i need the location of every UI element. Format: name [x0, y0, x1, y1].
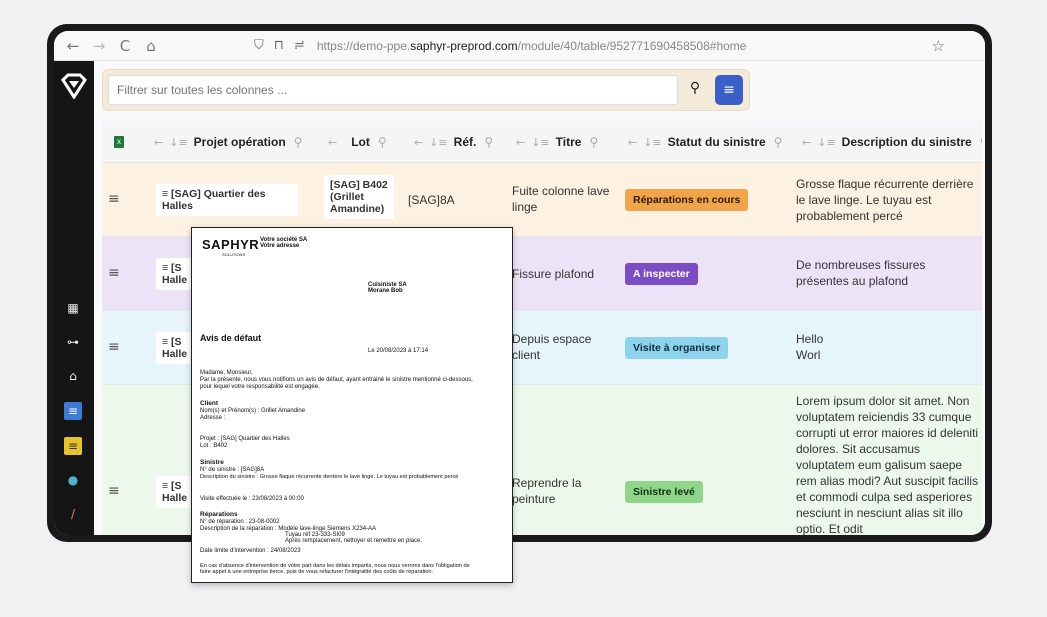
- lot-line: Lot : B402: [200, 443, 228, 449]
- company-address: Votre adresse: [260, 243, 300, 249]
- sort-icon[interactable]: ↓≡: [817, 136, 835, 149]
- lot-chip[interactable]: [SAG] B402 (Grillet Amandine): [324, 175, 394, 219]
- intro-line-2: pour lequel votre responsabilité est eng…: [200, 384, 320, 390]
- move-left-icon[interactable]: ←: [628, 136, 637, 149]
- description-cell: Grosse flaque récurrente derrière le lav…: [796, 177, 974, 223]
- forward-icon[interactable]: →: [86, 37, 112, 55]
- description-cell: Hello Worl: [796, 332, 824, 362]
- sinistre-number: N° de sinistre : [SAG]8A: [200, 467, 265, 473]
- device-frame: ← → C ⌂ ⛉ ⊓ ≓ https://demo-ppe.saphyr-pr…: [47, 24, 992, 542]
- recipient-contact: Morane Bob: [368, 288, 403, 294]
- filter-bar: ⚲ ≡: [102, 69, 750, 111]
- avis-de-defaut-document: SAPHYR SOLUTIONS Votre société SA Votre …: [191, 227, 513, 583]
- projet-chip[interactable]: ≡ [SAG] Quartier des Halles: [156, 184, 298, 216]
- building-icon[interactable]: ▦: [64, 299, 82, 317]
- document-title: Avis de défaut: [200, 333, 262, 343]
- projet-line: Projet : [SAG] Quartier des Halles: [200, 436, 290, 442]
- row-menu-icon[interactable]: ≡: [108, 483, 120, 499]
- list-icon: ≡: [723, 82, 735, 98]
- house-icon[interactable]: ⌂: [64, 367, 82, 385]
- client-address: Adresse :: [200, 415, 226, 421]
- reparations-heading: Réparations: [200, 511, 238, 518]
- worker-icon[interactable]: ●: [64, 471, 82, 489]
- titre-cell: Fissure plafond: [512, 267, 595, 281]
- column-search-icon[interactable]: ⚲: [980, 135, 982, 149]
- brush-icon[interactable]: /: [64, 505, 82, 523]
- deadline-line: Date limite d'intervention : 24/08/2023: [200, 548, 301, 554]
- table-header: x ← ↓≡ Projet opération ⚲ ← Lot ⚲ ← ↓≡ Réf. ⚲ ← ↓…: [102, 121, 982, 163]
- visite-line: Visite effectuée le : 23/08/2023 à 00:00: [200, 496, 304, 502]
- footer-line-2: faire appel à une entreprise tierce, pui…: [200, 569, 434, 575]
- lock-icon: ⊓: [273, 38, 284, 53]
- titre-cell: Depuis espace client: [512, 332, 592, 362]
- client-name: Nom(s) et Prénom(s) : Grillet Amandine: [200, 408, 306, 414]
- sinistre-description: Description du sinistre : Grosse flaque …: [200, 474, 459, 480]
- ref-cell: [SAG]8A: [408, 193, 455, 207]
- description-cell: Lorem ipsum dolor sit amet. Non voluptat…: [796, 394, 979, 535]
- move-left-icon[interactable]: ←: [516, 136, 525, 149]
- move-left-icon[interactable]: ←: [802, 136, 811, 149]
- projet-chip[interactable]: ≡ [S Halle: [156, 476, 196, 508]
- excel-export-icon[interactable]: x: [114, 136, 124, 148]
- sort-icon[interactable]: ↓≡: [429, 136, 447, 149]
- move-left-icon[interactable]: ←: [328, 136, 337, 149]
- projet-chip[interactable]: ≡ [S Halle: [156, 332, 196, 364]
- column-search-icon[interactable]: ⚲: [774, 135, 783, 149]
- search-icon[interactable]: ⚲: [685, 80, 705, 100]
- home-icon[interactable]: ⌂: [138, 37, 164, 55]
- left-nav: ▦ ⊶ ⌂ ≡ ≡ ● / ✕: [54, 61, 94, 535]
- row-menu-icon[interactable]: ≡: [108, 339, 120, 355]
- status-badge[interactable]: A inspecter: [625, 263, 698, 285]
- column-search-icon[interactable]: ⚲: [484, 135, 493, 149]
- saphyr-logo-icon[interactable]: [60, 73, 88, 99]
- titre-cell: Fuite colonne lave linge: [512, 184, 610, 214]
- move-left-icon[interactable]: ←: [414, 136, 423, 149]
- status-badge[interactable]: Sinistre levé: [625, 481, 703, 503]
- document-date: Le 20/08/2023 à 17:14: [368, 348, 429, 354]
- col-lot[interactable]: ← Lot ⚲: [328, 121, 387, 163]
- row-menu-icon[interactable]: ≡: [108, 265, 120, 281]
- column-search-icon[interactable]: ⚲: [378, 135, 387, 149]
- url-security-icons: ⛉ ⊓ ≓: [254, 38, 305, 53]
- permissions-icon: ≓: [293, 38, 305, 53]
- reparation-description-3: Après remplacement, nettoyer et remettre…: [285, 538, 423, 544]
- column-search-icon[interactable]: ⚲: [294, 135, 303, 149]
- document-icon[interactable]: ≡: [64, 402, 82, 420]
- col-projet-operation[interactable]: ← ↓≡ Projet opération ⚲: [154, 121, 302, 163]
- sort-icon[interactable]: ↓≡: [643, 136, 661, 149]
- status-badge[interactable]: Réparations en cours: [625, 189, 749, 211]
- browser-toolbar: ← → C ⌂ ⛉ ⊓ ≓ https://demo-ppe.saphyr-pr…: [54, 31, 985, 61]
- col-ref[interactable]: ← ↓≡ Réf. ⚲: [414, 121, 493, 163]
- column-search-icon[interactable]: ⚲: [589, 135, 598, 149]
- status-badge[interactable]: Visite à organiser: [625, 337, 729, 359]
- table-row[interactable]: ≡ ≡ [SAG] Quartier des Halles [SAG] B402…: [102, 163, 982, 237]
- titre-cell: Reprendre la peinture: [512, 476, 582, 506]
- description-cell: De nombreuses fissures présentes au plaf…: [796, 258, 926, 288]
- bookmark-star-icon[interactable]: ☆: [932, 37, 945, 55]
- row-menu-icon[interactable]: ≡: [108, 191, 120, 207]
- hierarchy-icon[interactable]: ⊶: [64, 333, 82, 351]
- col-titre[interactable]: ← ↓≡ Titre ⚲: [516, 121, 598, 163]
- list-doc-icon[interactable]: ≡: [64, 437, 82, 455]
- url-bar[interactable]: https://demo-ppe.saphyr-preprod.com/modu…: [317, 39, 747, 53]
- col-statut[interactable]: ← ↓≡ Statut du sinistre ⚲: [628, 121, 782, 163]
- sort-icon[interactable]: ↓≡: [169, 136, 187, 149]
- col-description[interactable]: ←↓≡Description du sinistre⚲: [802, 121, 982, 163]
- sort-icon[interactable]: ↓≡: [531, 136, 549, 149]
- reparation-number: N° de réparation : 23-08-0002: [200, 519, 280, 525]
- saphyr-document-logo: SAPHYR: [202, 237, 260, 252]
- sinistre-heading: Sinistre: [200, 459, 224, 466]
- greeting: Madame, Monsieur,: [200, 370, 253, 376]
- back-icon[interactable]: ←: [60, 37, 86, 55]
- client-heading: Client: [200, 400, 219, 407]
- move-left-icon[interactable]: ←: [154, 136, 163, 149]
- logo-subtitle: SOLUTIONS: [222, 252, 246, 257]
- reload-icon[interactable]: C: [112, 37, 138, 55]
- projet-chip[interactable]: ≡ [S Halle: [156, 258, 196, 290]
- intro-line-1: Par la présente, nous vous notifions un …: [200, 377, 473, 383]
- shield-icon: ⛉: [254, 38, 264, 53]
- list-menu-button[interactable]: ≡: [715, 75, 743, 105]
- filter-input[interactable]: [108, 75, 678, 105]
